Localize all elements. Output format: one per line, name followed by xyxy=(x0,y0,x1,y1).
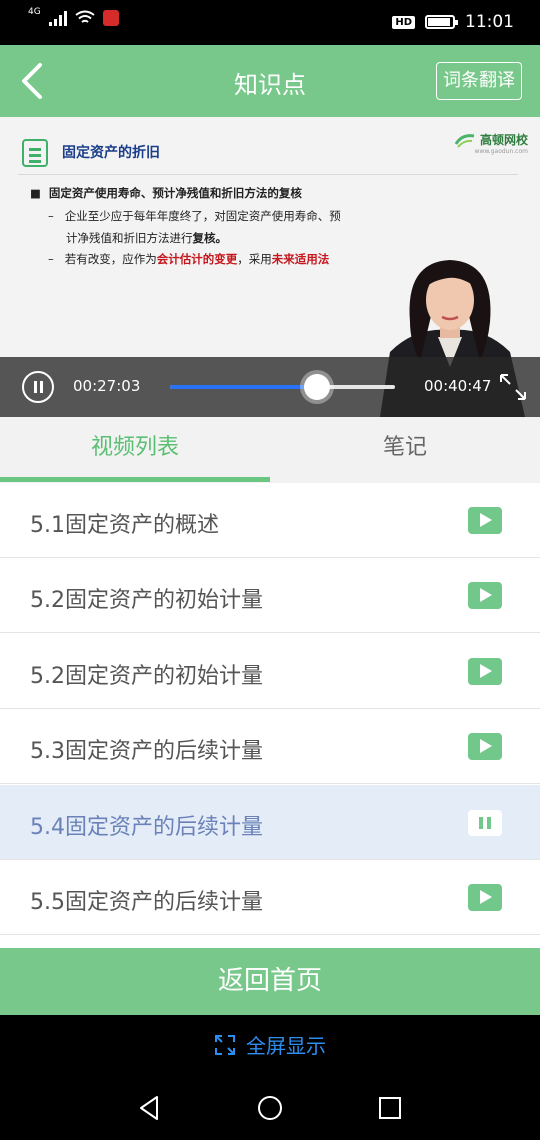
document-icon xyxy=(22,139,48,167)
slide-line-3: – 若有改变，应作为会计估计的变更，采用未来适用法 xyxy=(48,252,330,266)
video-controls: 00:27:03 00:40:47 xyxy=(0,357,540,417)
fullscreen-show-label: 全屏显示 xyxy=(246,1034,326,1058)
list-item[interactable]: 5.3固定资产的后续计量 xyxy=(0,709,540,784)
tab-video-list[interactable]: 视频列表 xyxy=(0,417,270,483)
status-time: 11:01 xyxy=(465,12,514,32)
tab-bar: 视频列表 笔记 xyxy=(0,417,540,483)
total-time: 00:40:47 xyxy=(424,377,492,395)
slide-title: 固定资产的折旧 xyxy=(62,145,160,161)
status-right: HD 11:01 xyxy=(392,12,514,32)
nav-home-icon[interactable] xyxy=(255,1093,285,1123)
app-header: 知识点 词条翻译 xyxy=(0,45,540,117)
pause-icon[interactable] xyxy=(22,371,54,403)
expand-icon[interactable] xyxy=(498,372,528,402)
play-icon[interactable] xyxy=(468,507,502,534)
list-item[interactable]: 5.1固定资产的概述 xyxy=(0,483,540,558)
battery-icon xyxy=(425,15,458,29)
video-player[interactable]: 固定资产的折旧 高顿网校 www.gaodun.com ■ 固定资产使用寿命、预… xyxy=(0,117,540,417)
list-item-playing[interactable]: 5.4固定资产的后续计量 xyxy=(0,785,540,860)
list-item-label: 5.4固定资产的后续计量 xyxy=(30,815,263,840)
list-item-label: 5.1固定资产的概述 xyxy=(30,513,219,538)
pause-icon[interactable] xyxy=(468,810,502,836)
tab-notes[interactable]: 笔记 xyxy=(270,417,540,483)
play-icon[interactable] xyxy=(468,658,502,685)
fullscreen-show-button[interactable]: 全屏显示 xyxy=(0,1030,540,1059)
list-item-label: 5.5固定资产的后续计量 xyxy=(30,890,263,915)
hd-badge: HD xyxy=(392,15,415,29)
status-left: 4G xyxy=(28,7,119,26)
signal-icon xyxy=(48,10,67,26)
nav-recents-icon[interactable] xyxy=(375,1093,405,1123)
list-item[interactable]: 5.5固定资产的后续计量 xyxy=(0,860,540,935)
seek-bar-thumb[interactable] xyxy=(303,374,330,400)
wifi-icon xyxy=(75,10,95,23)
translate-button[interactable]: 词条翻译 xyxy=(436,62,522,100)
list-item[interactable]: 5.2固定资产的初始计量 xyxy=(0,634,540,709)
fullscreen-icon xyxy=(215,1034,235,1055)
network-type: 4G xyxy=(28,7,41,17)
list-item-label: 5.2固定资产的初始计量 xyxy=(30,664,263,689)
play-icon[interactable] xyxy=(468,884,502,911)
brand-swoosh-icon xyxy=(454,133,475,148)
play-icon[interactable] xyxy=(468,582,502,609)
seek-bar[interactable] xyxy=(170,374,395,400)
video-list: 5.1固定资产的概述 5.2固定资产的初始计量 5.2固定资产的初始计量 5.3… xyxy=(0,483,540,948)
slide-line-2: 计净残值和折旧方法进行复核。 xyxy=(66,231,227,245)
slide-line-1: – 企业至少应于每年年度终了，对固定资产使用寿命、预 xyxy=(48,209,341,223)
brand-name: 高顿网校 xyxy=(479,133,528,147)
list-item-label: 5.2固定资产的初始计量 xyxy=(30,588,263,613)
current-time: 00:27:03 xyxy=(73,377,141,395)
return-home-button[interactable]: 返回首页 xyxy=(0,948,540,1015)
slide-divider xyxy=(18,174,518,175)
slide-bullet: ■ 固定资产使用寿命、预计净残值和折旧方法的复核 xyxy=(30,186,302,200)
play-icon[interactable] xyxy=(468,733,502,760)
status-bar: 4G HD 11:01 xyxy=(0,0,540,45)
seek-bar-progress xyxy=(170,385,317,389)
brand-url: www.gaodun.com xyxy=(474,148,528,155)
huawei-app-icon xyxy=(102,10,119,26)
active-tab-indicator xyxy=(0,477,270,482)
brand-logo: 高顿网校 xyxy=(454,131,528,148)
list-item[interactable]: 5.2固定资产的初始计量 xyxy=(0,558,540,633)
list-item-label: 5.3固定资产的后续计量 xyxy=(30,739,263,764)
nav-back-icon[interactable] xyxy=(135,1093,165,1123)
system-nav-bar xyxy=(0,1075,540,1140)
